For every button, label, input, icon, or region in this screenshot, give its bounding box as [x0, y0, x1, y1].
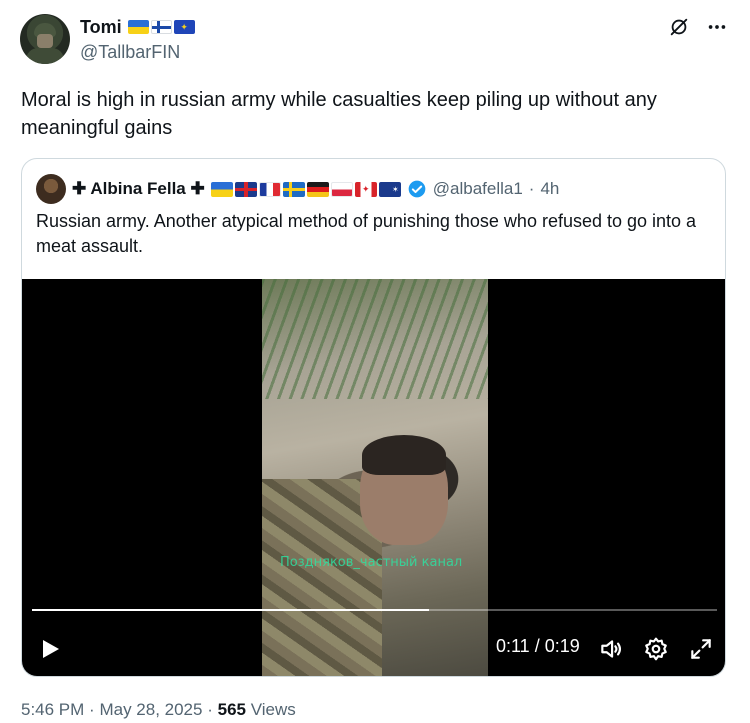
- australia-flag-icon: ✶: [378, 181, 401, 197]
- avatar-body: [26, 48, 64, 64]
- avatar-face: [37, 34, 53, 48]
- author-display-name[interactable]: Tomi: [80, 17, 122, 38]
- tweet-meta: 5:46 PM · May 28, 2025 · 565 Views: [21, 700, 296, 720]
- finland-flag-icon: [150, 20, 172, 34]
- quoted-handle[interactable]: @albafella1: [433, 179, 523, 199]
- video-player[interactable]: Поздняков_частный канал 0:11 / 0:19: [22, 279, 725, 676]
- quoted-avatar[interactable]: [36, 174, 66, 204]
- video-progress-fill: [32, 609, 429, 611]
- author-flags: ✦: [127, 20, 195, 34]
- views-label: Views: [250, 700, 296, 719]
- france-flag-icon: [258, 181, 281, 197]
- canada-flag-icon: ✦: [354, 181, 377, 197]
- author-avatar[interactable]: [20, 14, 70, 64]
- tweet-date[interactable]: May 28, 2025: [99, 700, 202, 719]
- quoted-tweet[interactable]: ✚ Albina Fella ✚ ✦ ✶ @albafella1 · 4h Ru…: [21, 158, 726, 677]
- play-icon[interactable]: [38, 637, 62, 661]
- meta-dot: ·: [207, 700, 213, 719]
- volume-icon[interactable]: [598, 636, 624, 662]
- tweet-top-actions: [668, 16, 728, 38]
- germany-flag-icon: [306, 181, 329, 197]
- sweden-flag-icon: [282, 181, 305, 197]
- header-separator: ·: [528, 179, 535, 198]
- video-duration: 0:19: [544, 636, 580, 656]
- author-name-row: Tomi ✦: [80, 16, 195, 38]
- author-handle[interactable]: @TallbarFIN: [80, 42, 180, 63]
- tweet-text: Moral is high in russian army while casu…: [21, 89, 657, 139]
- quoted-header: ✚ Albina Fella ✚ ✦ ✶ @albafella1 · 4h: [36, 174, 559, 204]
- quoted-name-text: Albina Fella: [90, 179, 186, 198]
- uk-flag-icon: [234, 181, 257, 197]
- quoted-time-ago[interactable]: 4h: [540, 179, 559, 199]
- tweet-time[interactable]: 5:46 PM: [21, 700, 84, 719]
- video-current-time: 0:11: [496, 636, 530, 656]
- video-grass: [262, 279, 488, 399]
- video-person-hair: [362, 435, 446, 475]
- quoted-display-name[interactable]: ✚ Albina Fella ✚: [72, 179, 205, 199]
- meta-dot: ·: [89, 700, 95, 719]
- cross-icon: ✚: [72, 179, 87, 198]
- settings-gear-icon[interactable]: [643, 636, 669, 662]
- video-time: 0:11 / 0:19: [496, 636, 580, 657]
- views-count: 565: [217, 700, 246, 719]
- fullscreen-icon[interactable]: [688, 636, 714, 662]
- grok-icon[interactable]: [668, 16, 690, 38]
- quoted-text: Russian army. Another atypical method of…: [36, 211, 697, 256]
- video-frame: Поздняков_частный канал: [262, 279, 488, 676]
- video-watermark-caption: Поздняков_частный канал: [280, 555, 463, 570]
- eu-flag-icon: ✦: [173, 20, 195, 34]
- cross-icon: ✚: [190, 179, 205, 198]
- poland-flag-icon: [330, 181, 353, 197]
- quoted-flags: ✦ ✶: [210, 181, 401, 197]
- video-time-sep: /: [534, 636, 540, 656]
- ukraine-flag-icon: [127, 20, 149, 34]
- verified-badge-icon: [408, 180, 426, 198]
- video-progress-bar[interactable]: [32, 609, 717, 611]
- ukraine-flag-icon: [210, 181, 233, 197]
- more-icon[interactable]: [706, 16, 728, 38]
